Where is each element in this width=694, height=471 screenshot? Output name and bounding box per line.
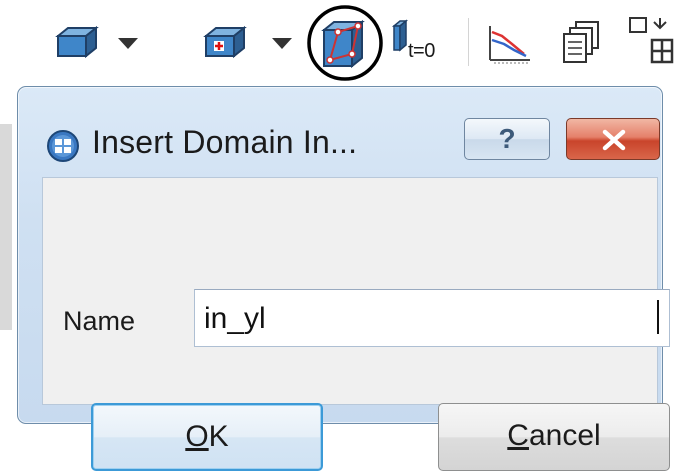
plot-icon[interactable] xyxy=(484,22,534,66)
app-icon xyxy=(46,129,80,168)
help-icon: ? xyxy=(498,123,516,154)
dialog-titlebar[interactable]: Insert Domain In... ? xyxy=(18,87,662,175)
cancel-mnemonic: C xyxy=(507,419,529,452)
toolbar: t=0 xyxy=(0,0,694,84)
block-add-dropdown-icon[interactable] xyxy=(200,22,296,62)
background-panel xyxy=(0,84,12,430)
dialog-title: Insert Domain In... xyxy=(92,124,358,160)
ok-label: K xyxy=(208,420,229,453)
insert-domain-interface-dialog: Insert Domain In... ? Name in_yl OK Canc… xyxy=(17,86,670,471)
insert-domain-interface-icon[interactable] xyxy=(304,2,386,84)
name-input[interactable]: in_yl xyxy=(194,289,670,347)
dialog-body: Name in_yl OK Cancel xyxy=(42,177,670,471)
close-button[interactable] xyxy=(566,118,660,160)
ok-button[interactable]: OK xyxy=(91,403,323,471)
grid-layout-icon[interactable] xyxy=(626,14,676,70)
background-panel-edge xyxy=(0,124,12,330)
name-label: Name xyxy=(63,306,136,336)
help-button[interactable]: ? xyxy=(464,118,550,160)
cancel-button[interactable]: Cancel xyxy=(438,403,670,471)
toolbar-separator xyxy=(468,18,469,66)
initial-condition-icon[interactable] xyxy=(390,18,410,58)
block-dropdown-icon[interactable] xyxy=(52,22,148,62)
initial-condition-label: t=0 xyxy=(408,40,435,62)
cancel-label: ancel xyxy=(528,419,601,452)
ok-mnemonic: O xyxy=(185,420,209,453)
close-icon xyxy=(602,129,626,151)
copy-pages-icon[interactable] xyxy=(560,18,604,68)
name-input-value: in_yl xyxy=(204,302,266,335)
text-caret xyxy=(657,300,659,334)
